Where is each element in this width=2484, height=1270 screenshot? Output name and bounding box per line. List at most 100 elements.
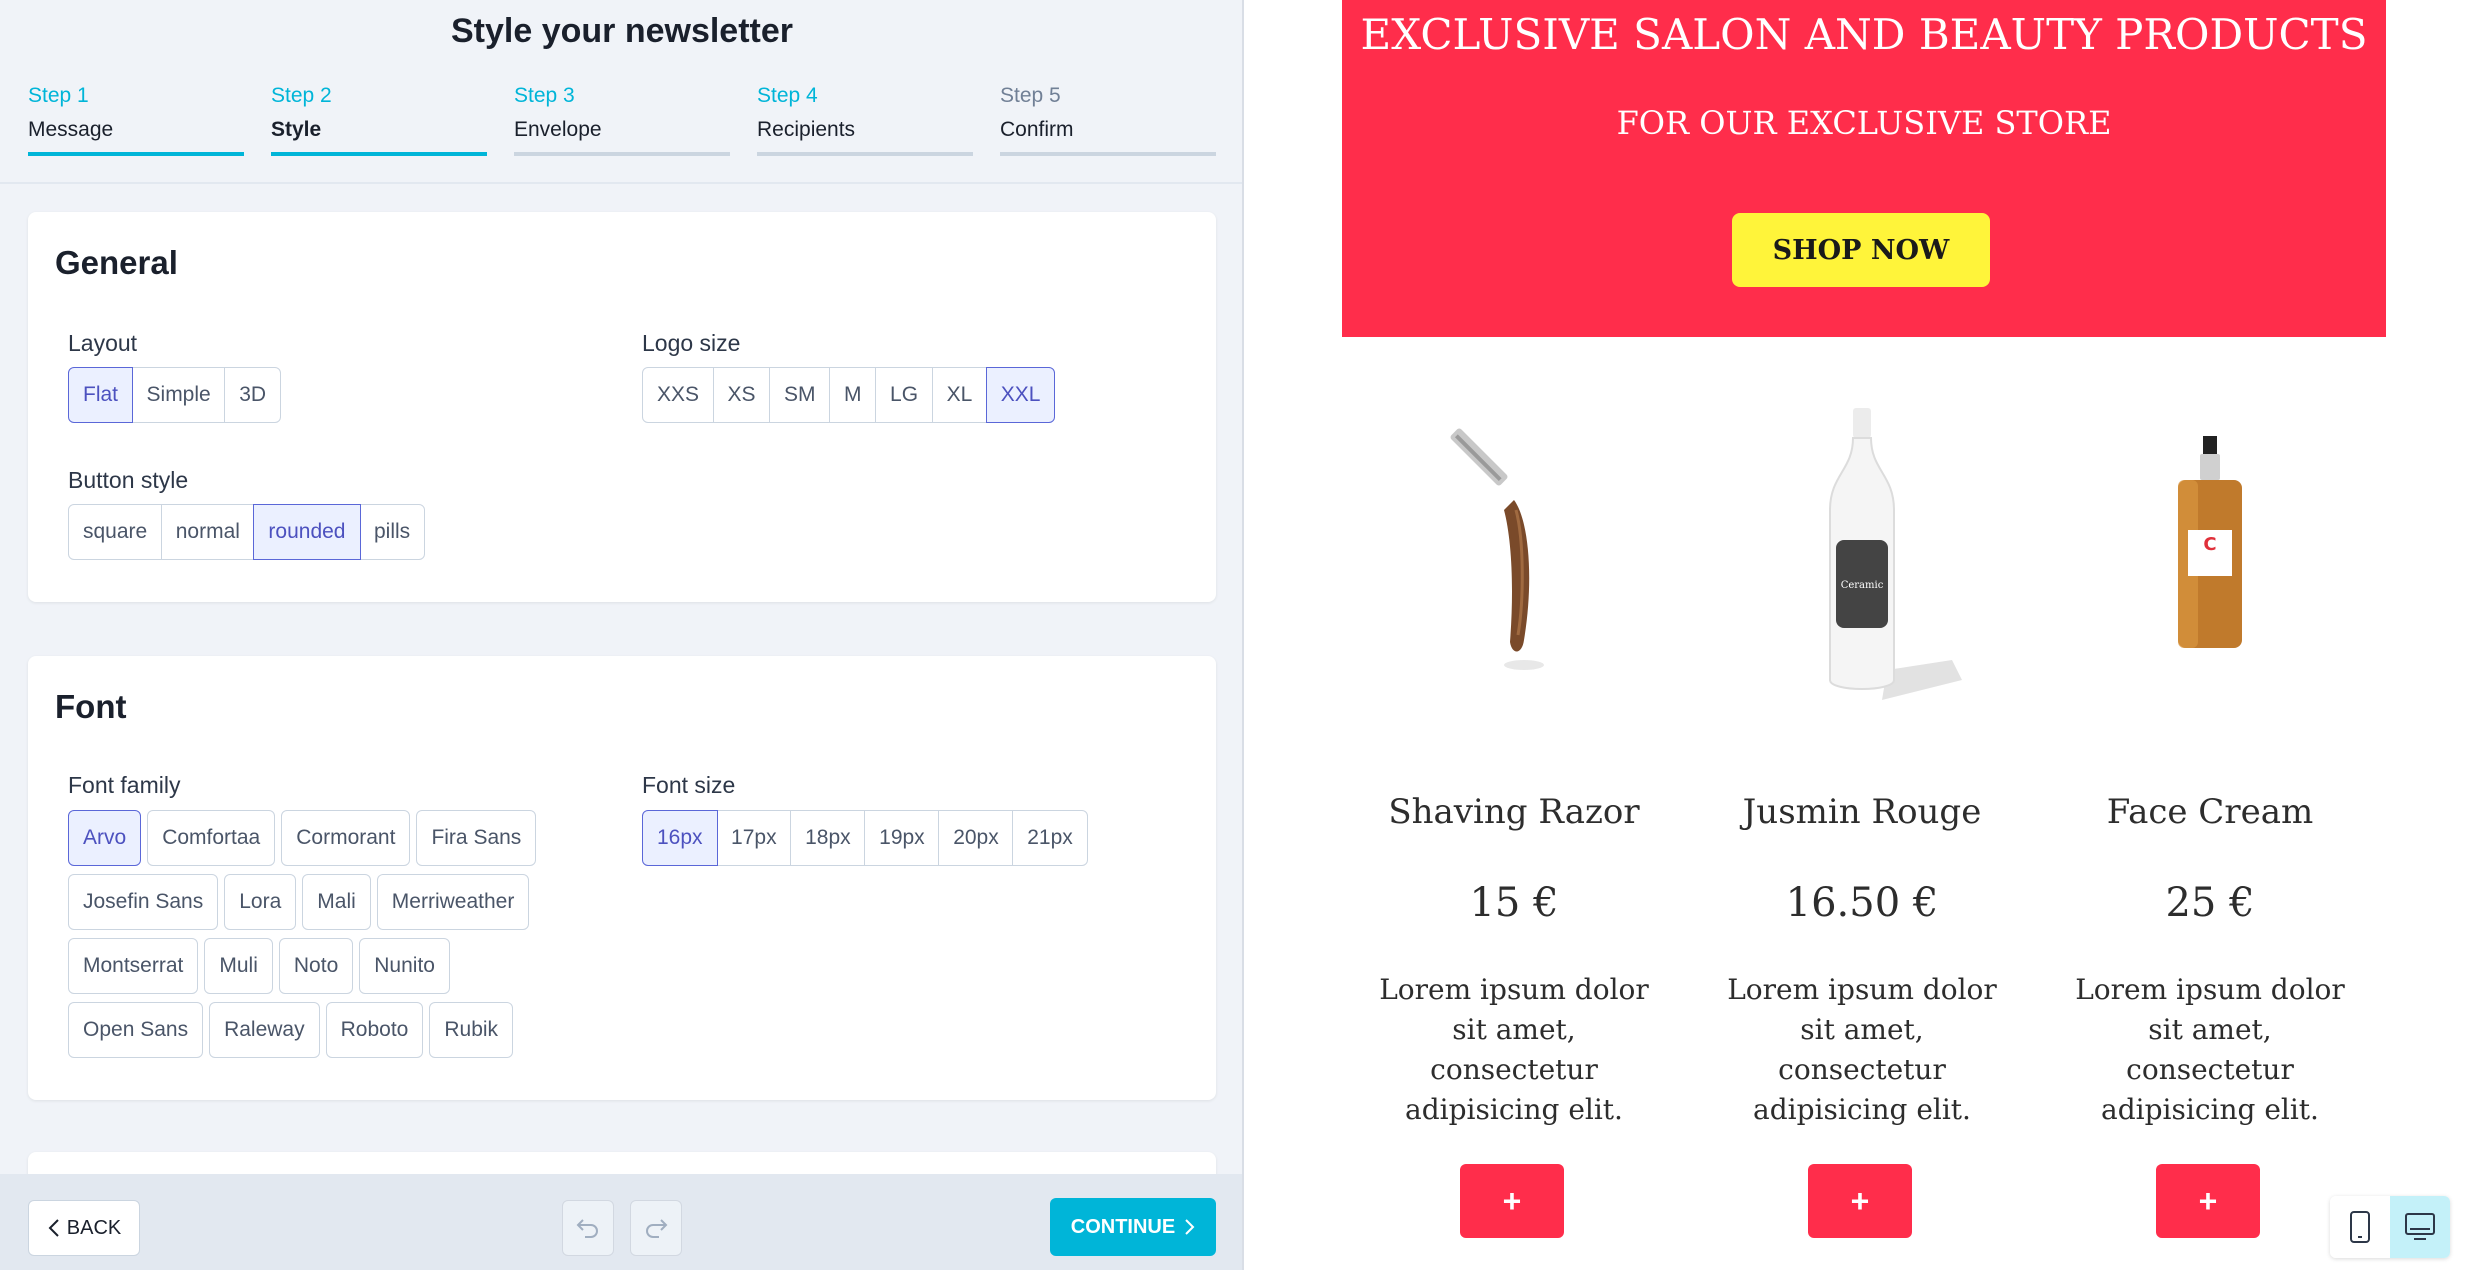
font-family-row: Arvo Comfortaa Cormorant Fira Sans — [68, 810, 537, 866]
hero-banner: EXCLUSIVE SALON AND BEAUTY PRODUCTS FOR … — [1342, 0, 2386, 337]
add-product-button[interactable]: + — [2156, 1164, 2260, 1238]
continue-label: CONTINUE — [1070, 1215, 1176, 1238]
logo-size-group: XXS XS SM M LG XL XXL — [642, 367, 1056, 423]
step-progress-bar — [271, 152, 487, 156]
razor-image — [1364, 380, 1664, 710]
font-option-roboto[interactable]: Roboto — [325, 1002, 424, 1058]
font-option-montserrat[interactable]: Montserrat — [68, 938, 199, 994]
logo-size-xl[interactable]: XL — [931, 367, 988, 423]
product-card: C Face Cream 25 € Lorem ipsum dolor sit … — [2060, 380, 2360, 1238]
font-option-lora[interactable]: Lora — [224, 874, 297, 930]
font-size-20[interactable]: 20px — [938, 810, 1014, 866]
font-option-josefin-sans[interactable]: Josefin Sans — [68, 874, 219, 930]
add-product-button[interactable]: + — [1460, 1164, 1564, 1238]
general-heading: General — [55, 244, 178, 281]
font-option-arvo[interactable]: Arvo — [68, 810, 142, 866]
font-size-group: 16px 17px 18px 19px 20px 21px — [642, 810, 1088, 866]
product-name: Shaving Razor — [1388, 792, 1640, 832]
step-label: Recipients — [757, 118, 856, 141]
layout-option-simple[interactable]: Simple — [131, 367, 226, 423]
product-card: Shaving Razor 15 € Lorem ipsum dolor sit… — [1364, 380, 1664, 1238]
font-family-row: Josefin Sans Lora Mali Merriweather — [68, 874, 530, 930]
font-size-18[interactable]: 18px — [790, 810, 866, 866]
button-style-pills[interactable]: pills — [359, 504, 426, 560]
font-size-label: Font size — [642, 772, 736, 798]
button-style-normal[interactable]: normal — [160, 504, 255, 560]
hero-subtitle: FOR OUR EXCLUSIVE STORE — [1616, 104, 2112, 142]
desktop-view-button[interactable] — [2390, 1196, 2450, 1258]
back-button[interactable]: BACK — [28, 1200, 140, 1256]
font-option-cormorant[interactable]: Cormorant — [281, 810, 411, 866]
layout-option-flat[interactable]: Flat — [68, 367, 134, 423]
product-price: 15 € — [1469, 880, 1559, 926]
bottle-image: Ceramic — [1712, 380, 2012, 710]
button-style-rounded[interactable]: rounded — [253, 504, 361, 560]
footer-bar: BACK CONTINUE — [0, 1174, 1242, 1270]
font-size-17[interactable]: 17px — [716, 810, 792, 866]
logo-size-xs[interactable]: XS — [712, 367, 771, 423]
step-number: Step 5 — [1000, 84, 1061, 107]
chevron-right-icon — [1185, 1219, 1195, 1235]
face-cream-image: C — [2060, 380, 2360, 710]
logo-size-lg[interactable]: LG — [875, 367, 934, 423]
logo-size-label: Logo size — [642, 330, 741, 356]
button-style-square[interactable]: square — [68, 504, 163, 560]
editor-panel: Style your newsletter Step 1 Message Ste… — [0, 0, 1244, 1270]
bottle-label-text: Ceramic — [1841, 580, 1884, 591]
shop-now-button[interactable]: SHOP NOW — [1732, 213, 1990, 287]
step-style[interactable]: Step 2 Style — [271, 84, 487, 156]
step-message[interactable]: Step 1 Message — [28, 84, 244, 156]
product-description: Lorem ipsum dolor sit amet, consectetur … — [1727, 973, 1997, 1126]
logo-size-xxl[interactable]: XXL — [985, 367, 1056, 423]
chevron-left-icon — [48, 1219, 59, 1237]
logo-size-xxs[interactable]: XXS — [642, 367, 715, 423]
product-name: Face Cream — [2106, 792, 2314, 832]
product-description: Lorem ipsum dolor sit amet, consectetur … — [2075, 973, 2345, 1126]
step-label: Envelope — [514, 118, 602, 141]
newsletter-preview: EXCLUSIVE SALON AND BEAUTY PRODUCTS FOR … — [1246, 0, 2484, 1270]
step-progress-bar — [1000, 152, 1216, 156]
font-family-label: Font family — [68, 772, 181, 798]
font-family-row: Montserrat Muli Noto Nunito — [68, 938, 450, 994]
font-option-raleway[interactable]: Raleway — [209, 1002, 320, 1058]
font-heading: Font — [55, 688, 127, 725]
product-description: Lorem ipsum dolor sit amet, consectetur … — [1379, 973, 1649, 1126]
desktop-icon — [2405, 1213, 2435, 1240]
step-label: Message — [28, 118, 114, 141]
undo-icon — [576, 1219, 598, 1238]
step-number: Step 3 — [514, 84, 575, 107]
logo-size-m[interactable]: M — [829, 367, 877, 423]
product-price: 25 € — [2165, 880, 2255, 926]
font-option-rubik[interactable]: Rubik — [429, 1002, 514, 1058]
step-confirm[interactable]: Step 5 Confirm — [1000, 84, 1216, 156]
mobile-view-button[interactable] — [2330, 1196, 2390, 1258]
back-label: BACK — [66, 1216, 122, 1239]
mobile-icon — [2350, 1211, 2370, 1243]
step-recipients[interactable]: Step 4 Recipients — [757, 84, 973, 156]
logo-size-sm[interactable]: SM — [769, 367, 831, 423]
font-size-16[interactable]: 16px — [642, 810, 718, 866]
font-option-open-sans[interactable]: Open Sans — [68, 1002, 204, 1058]
layout-label: Layout — [68, 330, 138, 356]
font-option-muli[interactable]: Muli — [204, 938, 273, 994]
button-style-group: square normal rounded pills — [68, 504, 426, 560]
font-size-19[interactable]: 19px — [864, 810, 940, 866]
font-option-fira-sans[interactable]: Fira Sans — [416, 810, 537, 866]
font-option-mali[interactable]: Mali — [302, 874, 371, 930]
font-option-comfortaa[interactable]: Comfortaa — [147, 810, 276, 866]
product-card: Ceramic Jusmin Rouge 16.50 € Lorem ipsum… — [1712, 380, 2012, 1238]
font-option-nunito[interactable]: Nunito — [359, 938, 450, 994]
font-size-21[interactable]: 21px — [1012, 810, 1088, 866]
hero-title: EXCLUSIVE SALON AND BEAUTY PRODUCTS — [1360, 10, 2368, 59]
undo-button[interactable] — [562, 1200, 614, 1256]
continue-button[interactable]: CONTINUE — [1050, 1198, 1216, 1256]
product-price: 16.50 € — [1785, 880, 1939, 926]
device-toggle — [2330, 1196, 2450, 1258]
font-option-noto[interactable]: Noto — [278, 938, 354, 994]
font-card: Font Font family Arvo Comfortaa Cormoran… — [28, 656, 1216, 1100]
add-product-button[interactable]: + — [1808, 1164, 1912, 1238]
redo-button[interactable] — [630, 1200, 682, 1256]
step-envelope[interactable]: Step 3 Envelope — [514, 84, 730, 156]
font-option-merriweather[interactable]: Merriweather — [376, 874, 530, 930]
layout-option-3d[interactable]: 3D — [224, 367, 282, 423]
